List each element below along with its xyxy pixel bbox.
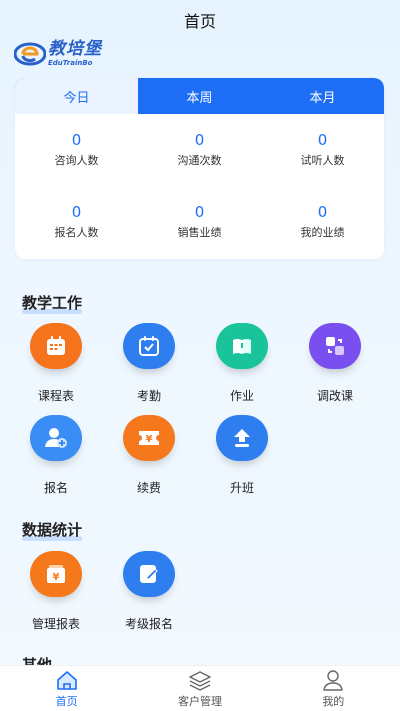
upgrade-icon bbox=[216, 415, 268, 461]
svg-text:¥: ¥ bbox=[146, 434, 153, 445]
stat-label: 我的业绩 bbox=[300, 225, 345, 239]
stat-value: 0 bbox=[317, 203, 328, 222]
calendar-icon bbox=[30, 323, 82, 369]
swap-icon bbox=[309, 323, 361, 369]
attendance-label: 考勤 bbox=[136, 389, 161, 403]
renewal-label: 续费 bbox=[136, 481, 161, 495]
course-schedule-button[interactable]: 课程表 bbox=[11, 323, 101, 404]
stats-card: 今日 本周 本月 0 咨询人数 0 沟通次数 0 试听人数 0 报名人数 0 销… bbox=[15, 78, 384, 259]
stat-value: 0 bbox=[71, 131, 82, 150]
report-icon: ¥ bbox=[30, 551, 82, 597]
tab-this-month[interactable]: 本月 bbox=[261, 78, 384, 114]
promote-class-label: 升班 bbox=[229, 481, 254, 495]
management-report-label: 管理报表 bbox=[31, 617, 80, 631]
ticket-icon: ¥ bbox=[123, 415, 175, 461]
stat-value: 0 bbox=[317, 131, 328, 150]
add-user-icon bbox=[30, 415, 82, 461]
reschedule-button[interactable]: 调改课 bbox=[290, 323, 380, 404]
stat-label: 报名人数 bbox=[54, 225, 99, 239]
reschedule-label: 调改课 bbox=[316, 389, 353, 403]
tabbar-item-profile[interactable]: 我的 bbox=[267, 666, 400, 711]
stat-consult-count: 0 咨询人数 bbox=[15, 114, 138, 186]
stat-my-performance: 0 我的业绩 bbox=[261, 186, 384, 258]
homework-button[interactable]: 作业 bbox=[197, 323, 287, 404]
page-title: 首页 bbox=[183, 12, 216, 31]
tabbar-label: 首页 bbox=[55, 694, 78, 708]
enroll-button[interactable]: 报名 bbox=[11, 415, 101, 496]
stat-enroll-count: 0 报名人数 bbox=[15, 186, 138, 258]
bottom-tab-bar: 首页 客户管理 我的 bbox=[0, 665, 400, 711]
renewal-button[interactable]: ¥ 续费 bbox=[104, 415, 194, 496]
section-title-statistics: 数据统计 bbox=[22, 521, 83, 541]
app-logo: 教培堡 EduTrainBo bbox=[14, 40, 102, 68]
section-title-teaching: 教学工作 bbox=[22, 294, 83, 314]
tab-today[interactable]: 今日 bbox=[15, 78, 138, 114]
homework-label: 作业 bbox=[229, 389, 254, 403]
period-tabs: 今日 本周 本月 bbox=[15, 78, 384, 114]
enroll-label: 报名 bbox=[43, 481, 68, 495]
layers-icon bbox=[189, 670, 211, 691]
logo-text-en: EduTrainBo bbox=[48, 59, 93, 67]
promote-class-button[interactable]: 升班 bbox=[197, 415, 287, 496]
stat-value: 0 bbox=[194, 203, 205, 222]
stat-value: 0 bbox=[71, 203, 82, 222]
exam-enroll-button[interactable]: 考级报名 bbox=[104, 551, 194, 632]
book-icon bbox=[216, 323, 268, 369]
stat-value: 0 bbox=[194, 131, 205, 150]
tabbar-item-home[interactable]: 首页 bbox=[0, 666, 133, 711]
course-schedule-label: 课程表 bbox=[37, 389, 74, 403]
tabbar-item-customers[interactable]: 客户管理 bbox=[133, 666, 266, 711]
tab-this-week[interactable]: 本周 bbox=[138, 78, 261, 114]
logo-text-cn: 教培堡 bbox=[48, 39, 102, 59]
exam-enroll-label: 考级报名 bbox=[124, 617, 173, 631]
stat-communication-count: 0 沟通次数 bbox=[138, 114, 261, 186]
svg-text:¥: ¥ bbox=[53, 572, 60, 583]
tabbar-label: 客户管理 bbox=[177, 694, 222, 708]
home-icon bbox=[56, 670, 77, 690]
stat-label: 咨询人数 bbox=[54, 153, 99, 167]
user-icon bbox=[323, 669, 344, 691]
logo-mark-icon bbox=[14, 42, 46, 66]
stat-label: 试听人数 bbox=[300, 153, 345, 167]
edit-icon bbox=[123, 551, 175, 597]
management-report-button[interactable]: ¥ 管理报表 bbox=[11, 551, 101, 632]
stat-trial-count: 0 试听人数 bbox=[261, 114, 384, 186]
tabbar-label: 我的 bbox=[322, 694, 345, 708]
stat-label: 沟通次数 bbox=[177, 153, 222, 167]
stat-sales-performance: 0 销售业绩 bbox=[138, 186, 261, 258]
stat-label: 销售业绩 bbox=[177, 225, 222, 239]
attendance-button[interactable]: 考勤 bbox=[104, 323, 194, 404]
attendance-icon bbox=[123, 323, 175, 369]
